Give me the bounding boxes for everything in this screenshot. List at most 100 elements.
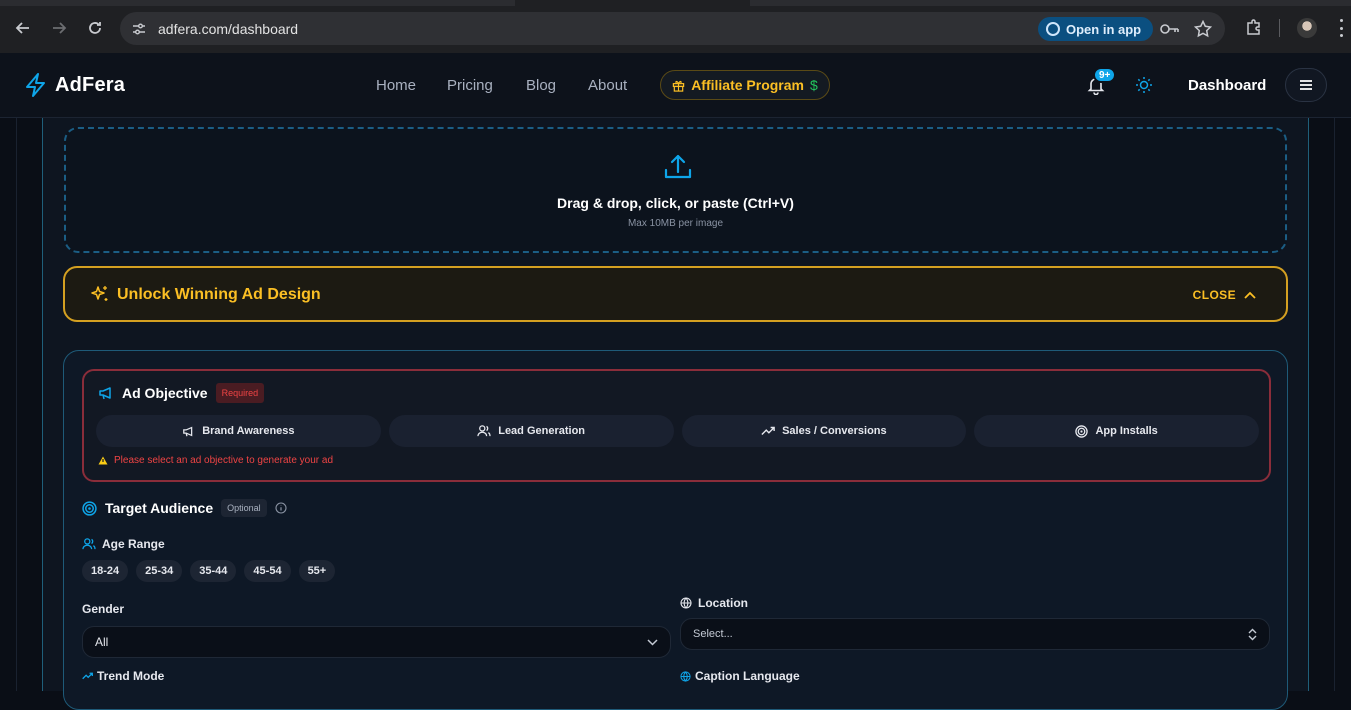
- forward-icon[interactable]: [46, 15, 72, 41]
- chevron-up-icon: [1244, 291, 1256, 299]
- open-in-app-icon: [1046, 22, 1060, 36]
- objective-lead-generation[interactable]: Lead Generation: [388, 415, 674, 447]
- site-header: AdFera Home Pricing Blog About Affiliate…: [0, 53, 1351, 118]
- age-chip-18-24[interactable]: 18-24: [82, 560, 129, 582]
- age-range-text: Age Range: [102, 537, 165, 551]
- gender-label: Gender: [82, 602, 124, 616]
- gender-select[interactable]: All: [82, 626, 671, 658]
- trend-mode-label: Trend Mode: [82, 669, 164, 683]
- key-icon[interactable]: [1160, 19, 1180, 39]
- lightning-icon: [26, 73, 45, 97]
- close-button[interactable]: CLOSE: [1193, 288, 1256, 302]
- upload-icon: [664, 154, 692, 179]
- objective-brand-awareness[interactable]: Brand Awareness: [96, 415, 381, 447]
- ad-objective-title: Ad Objective: [122, 385, 208, 401]
- target-icon: [1075, 424, 1089, 438]
- age-chip-45-54[interactable]: 45-54: [244, 560, 291, 582]
- theme-toggle-sun-icon[interactable]: [1135, 76, 1153, 94]
- required-badge: Required: [215, 383, 265, 403]
- page-divider-right: [1334, 118, 1335, 691]
- objective-warning: Please select an ad objective to generat…: [98, 455, 333, 466]
- age-chip-55-plus[interactable]: 55+: [298, 560, 336, 582]
- target-audience-header: Target Audience Optional: [82, 499, 287, 517]
- open-in-app-label: Open in app: [1066, 21, 1142, 37]
- location-label: Location: [680, 596, 748, 610]
- gender-value: All: [95, 635, 109, 649]
- browser-chrome: adfera.com/dashboard Open in app: [0, 0, 1351, 53]
- brand-name: AdFera: [55, 73, 126, 96]
- globe-icon: [680, 597, 692, 609]
- info-icon[interactable]: [275, 502, 287, 514]
- age-chip-35-44[interactable]: 35-44: [190, 560, 237, 582]
- objective-app-installs[interactable]: App Installs: [974, 415, 1259, 447]
- back-icon[interactable]: [10, 15, 36, 41]
- chevron-updown-icon: [1248, 628, 1257, 640]
- gender-text: Gender: [82, 602, 125, 616]
- dashboard-link[interactable]: Dashboard: [1188, 77, 1266, 94]
- nav-about[interactable]: About: [588, 77, 627, 94]
- reload-icon[interactable]: [82, 15, 108, 41]
- trend-mode-text: Trend Mode: [97, 669, 165, 683]
- target-icon: [82, 500, 97, 516]
- location-text: Location: [698, 596, 748, 610]
- objective-warning-text: Please select an ad objective to generat…: [114, 455, 334, 466]
- ad-objective-section: Ad Objective Required Brand Awareness Le…: [82, 369, 1271, 482]
- users-icon: [82, 538, 96, 550]
- objective-label: Lead Generation: [498, 425, 586, 437]
- dropzone-subtitle: Max 10MB per image: [627, 218, 724, 229]
- page-body: Drag & drop, click, or paste (Ctrl+V) Ma…: [0, 118, 1351, 710]
- location-select[interactable]: Select...: [680, 618, 1270, 650]
- site-info-icon[interactable]: [130, 20, 148, 38]
- caption-language-label: Caption Language: [680, 669, 800, 683]
- megaphone-icon: [99, 387, 111, 400]
- hamburger-menu-button[interactable]: [1285, 68, 1327, 102]
- age-range-label: Age Range: [82, 537, 165, 551]
- affiliate-program-button[interactable]: Affiliate Program $: [660, 70, 830, 100]
- globe-icon: [680, 670, 691, 682]
- location-placeholder: Select...: [693, 628, 733, 640]
- active-tab[interactable]: [515, 0, 750, 6]
- target-audience-title: Target Audience: [105, 500, 214, 516]
- extensions-icon[interactable]: [1242, 15, 1266, 39]
- image-upload-dropzone[interactable]: Drag & drop, click, or paste (Ctrl+V) Ma…: [64, 127, 1287, 253]
- dropzone-title: Drag & drop, click, or paste (Ctrl+V): [557, 195, 794, 211]
- toolbar-divider: [1279, 19, 1280, 37]
- nav-pricing[interactable]: Pricing: [447, 77, 493, 94]
- chevron-down-icon: [647, 638, 658, 646]
- bookmark-star-icon[interactable]: [1193, 19, 1213, 39]
- age-range-options: 18-24 25-34 35-44 45-54 55+: [82, 560, 336, 582]
- address-bar[interactable]: adfera.com/dashboard Open in app: [120, 12, 1225, 45]
- dollar-icon: $: [810, 77, 818, 93]
- profile-avatar[interactable]: [1297, 18, 1317, 38]
- unlock-title: Unlock Winning Ad Design: [117, 286, 321, 303]
- browser-menu-icon[interactable]: [1339, 19, 1343, 37]
- age-chip-25-34[interactable]: 25-34: [136, 560, 183, 582]
- optional-badge: Optional: [221, 499, 267, 517]
- menu-icon: [1300, 80, 1312, 90]
- ad-settings-card: Ad Objective Required Brand Awareness Le…: [63, 350, 1288, 710]
- unlock-banner[interactable]: Unlock Winning Ad Design CLOSE: [63, 266, 1288, 322]
- notification-badge: 9+: [1093, 67, 1117, 83]
- url-text[interactable]: adfera.com/dashboard: [158, 21, 298, 37]
- brand-logo[interactable]: AdFera: [25, 73, 125, 97]
- objective-label: Brand Awareness: [202, 425, 295, 437]
- objective-label: Sales / Conversions: [782, 425, 887, 437]
- gift-icon: [672, 80, 685, 92]
- objective-label: App Installs: [1095, 425, 1158, 437]
- affiliate-label: Affiliate Program: [691, 77, 804, 93]
- users-icon: [477, 425, 491, 437]
- caption-language-text: Caption Language: [695, 669, 800, 683]
- objective-sales-conversions[interactable]: Sales / Conversions: [681, 415, 967, 447]
- open-in-app-button[interactable]: Open in app: [1038, 17, 1154, 41]
- megaphone-icon: [183, 426, 193, 436]
- sparkles-icon: [91, 286, 108, 301]
- ad-objective-header: Ad Objective Required: [98, 383, 265, 403]
- tab-strip: [0, 0, 1351, 6]
- nav-home[interactable]: Home: [376, 77, 416, 94]
- warning-icon: [98, 456, 108, 465]
- nav-blog[interactable]: Blog: [526, 77, 556, 94]
- page-divider-left: [16, 118, 17, 691]
- trending-up-icon: [82, 672, 93, 680]
- close-label: CLOSE: [1192, 288, 1236, 302]
- objective-options: Brand Awareness Lead Generation Sales / …: [96, 415, 1259, 447]
